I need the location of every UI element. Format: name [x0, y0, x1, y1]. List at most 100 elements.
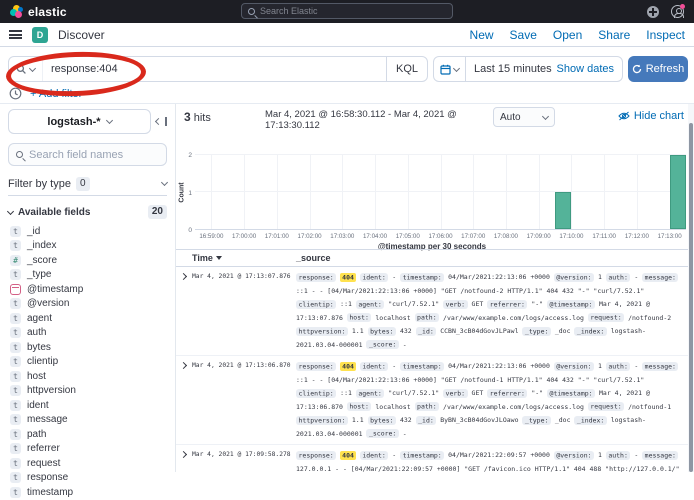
help-icon[interactable]: [647, 6, 659, 18]
histogram-bar[interactable]: [670, 155, 686, 229]
source-field-badge: auth:: [606, 273, 631, 282]
source-field-badge: _type:: [522, 416, 550, 425]
nav-action-save[interactable]: Save: [510, 28, 537, 42]
field-item-index[interactable]: t_index: [8, 239, 167, 254]
field-name: auth: [27, 327, 46, 338]
source-field-badge: httpversion:: [296, 416, 348, 425]
x-tick-label: 17:00:00: [232, 233, 256, 240]
field-search-input[interactable]: Search field names: [8, 143, 167, 166]
source-field-badge: @version:: [554, 273, 594, 282]
field-item-score[interactable]: #_score: [8, 253, 167, 268]
source-field-badge: @version:: [554, 451, 594, 460]
histogram-chart: Count @timestamp per 30 seconds 16:59:00…: [176, 129, 688, 249]
x-tick-label: 17:13:00: [658, 233, 682, 240]
x-tick-label: 17:03:00: [330, 233, 354, 240]
x-tick-label: 17:02:00: [298, 233, 322, 240]
scrollbar-thumb[interactable]: [689, 123, 693, 472]
field-search-placeholder: Search field names: [29, 149, 123, 161]
saved-query-menu-button[interactable]: [9, 57, 43, 81]
field-name: agent: [27, 313, 52, 324]
time-range-button[interactable]: Last 15 minutes: [466, 63, 552, 75]
field-item-version[interactable]: t@version: [8, 297, 167, 312]
field-item-httpversion[interactable]: thttpversion: [8, 384, 167, 399]
source-field-badge: _id:: [416, 327, 437, 336]
expand-row-icon[interactable]: [180, 273, 187, 280]
global-search-input[interactable]: Search Elastic: [241, 3, 453, 19]
history-icon[interactable]: [9, 87, 22, 100]
query-language-button[interactable]: KQL: [386, 57, 427, 81]
field-item-bytes[interactable]: tbytes: [8, 340, 167, 355]
field-item-timestamp[interactable]: ttimestamp: [8, 485, 167, 500]
field-item-auth[interactable]: tauth: [8, 326, 167, 341]
field-item-agent[interactable]: tagent: [8, 311, 167, 326]
source-field-badge: ident:: [360, 273, 388, 282]
field-item-response[interactable]: tresponse: [8, 471, 167, 486]
text-field-icon: t: [10, 458, 21, 469]
hide-chart-label: Hide chart: [634, 110, 684, 122]
field-name: _id: [27, 226, 40, 237]
hide-chart-button[interactable]: Hide chart: [618, 110, 684, 122]
source-field-badge: message:: [642, 451, 678, 460]
chart-gridline: [441, 155, 442, 229]
field-item-ident[interactable]: tident: [8, 398, 167, 413]
collapse-sidebar-icon[interactable]: [156, 117, 167, 126]
text-field-icon: t: [10, 327, 21, 338]
field-item-timestamp[interactable]: @timestamp: [8, 282, 167, 297]
chart-gridline: [604, 155, 605, 229]
field-item-path[interactable]: tpath: [8, 427, 167, 442]
column-time[interactable]: Time: [192, 253, 296, 263]
field-item-request[interactable]: trequest: [8, 456, 167, 471]
text-field-icon: t: [10, 429, 21, 440]
refresh-icon: [632, 64, 642, 74]
show-dates-link[interactable]: Show dates: [557, 63, 622, 75]
index-pattern-select[interactable]: logstash-*: [8, 109, 151, 134]
field-item-referrer[interactable]: treferrer: [8, 442, 167, 457]
index-pattern-label: logstash-*: [47, 116, 100, 128]
app-navbar: D Discover NewSaveOpenShareInspect: [0, 23, 694, 47]
source-field-badge: auth:: [606, 362, 631, 371]
source-field-badge: _index:: [574, 416, 606, 425]
field-list: t_idt_index#_scoret_type@timestampt@vers…: [8, 224, 167, 500]
field-name: ident: [27, 400, 49, 411]
chart-gridline: [473, 155, 474, 229]
text-field-icon: t: [10, 472, 21, 483]
field-name: host: [27, 371, 46, 382]
user-avatar[interactable]: [671, 5, 684, 18]
elastic-logo[interactable]: elastic: [10, 5, 67, 19]
field-item-message[interactable]: tmessage: [8, 413, 167, 428]
expand-row-icon[interactable]: [180, 451, 187, 458]
nav-action-open[interactable]: Open: [553, 28, 582, 42]
x-tick-label: 17:06:00: [428, 233, 452, 240]
expand-row-icon[interactable]: [180, 362, 187, 369]
available-fields-header[interactable]: Available fields 20: [8, 205, 167, 219]
search-icon: [16, 151, 23, 158]
source-field-badge: response:: [296, 362, 336, 371]
x-tick-label: 17:07:00: [461, 233, 485, 240]
chevron-down-icon: [542, 112, 549, 119]
x-tick-label: 17:04:00: [363, 233, 387, 240]
date-quick-select-button[interactable]: [434, 57, 466, 81]
field-item-host[interactable]: thost: [8, 369, 167, 384]
menu-icon[interactable]: [9, 30, 22, 39]
calendar-icon: [440, 64, 451, 75]
nav-action-share[interactable]: Share: [598, 28, 630, 42]
x-tick-label: 17:09:00: [527, 233, 551, 240]
nav-action-inspect[interactable]: Inspect: [646, 28, 685, 42]
source-field-badge: httpversion:: [296, 327, 348, 336]
chart-gridline: [244, 155, 245, 229]
query-input[interactable]: response:404: [43, 63, 386, 75]
field-item-clientip[interactable]: tclientip: [8, 355, 167, 370]
discover-app-icon[interactable]: D: [32, 27, 48, 43]
nav-action-new[interactable]: New: [470, 28, 494, 42]
field-item-type[interactable]: t_type: [8, 268, 167, 283]
histogram-bar[interactable]: [555, 192, 571, 229]
field-item-id[interactable]: t_id: [8, 224, 167, 239]
source-field-badge: message:: [642, 362, 678, 371]
source-field-badge: timestamp:: [400, 273, 444, 282]
filter-by-type-toggle[interactable]: Filter by type 0: [8, 172, 167, 196]
add-filter-button[interactable]: + Add filter: [30, 88, 82, 100]
page-scrollbar: [688, 47, 694, 472]
chart-gridline: [195, 191, 686, 192]
refresh-button[interactable]: Refresh: [628, 56, 688, 82]
interval-select[interactable]: Auto: [493, 107, 555, 127]
